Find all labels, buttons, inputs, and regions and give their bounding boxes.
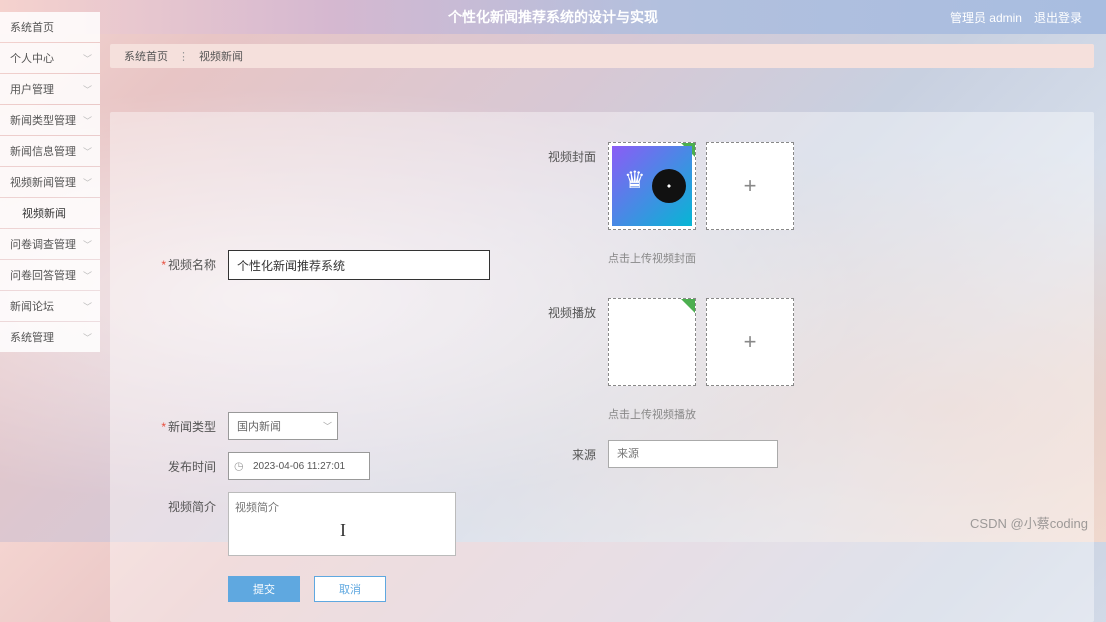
sidebar-item-personal[interactable]: 个人中心 ﹀ [0,43,100,73]
check-corner-icon [681,299,695,313]
publish-time-input[interactable]: ◷ [228,452,370,480]
video-cover-add[interactable]: + [706,142,794,230]
breadcrumb-current: 视频新闻 [199,48,243,64]
sidebar-item-label: 视频新闻管理 [10,174,76,190]
submit-button[interactable]: 提交 [228,576,300,602]
chevron-down-icon: ﹀ [83,176,92,189]
source-input[interactable] [608,440,778,468]
video-play-hint: 点击上传视频播放 [608,406,1054,422]
video-cover-hint: 点击上传视频封面 [608,250,1054,266]
chevron-down-icon: ﹀ [83,269,92,282]
video-name-label: *视频名称 [150,250,228,280]
sidebar-item-home[interactable]: 系统首页 [0,12,100,42]
cover-image: ♛ [612,146,692,226]
chevron-down-icon: ﹀ [83,145,92,158]
sidebar-item-user-mgmt[interactable]: 用户管理 ﹀ [0,74,100,104]
chevron-down-icon: ﹀ [83,300,92,313]
topbar: 个性化新闻推荐系统的设计与实现 管理员 admin 退出登录 [0,0,1106,34]
breadcrumb-home[interactable]: 系统首页 [124,48,168,64]
sidebar-item-survey-mgmt[interactable]: 问卷调查管理 ﹀ [0,229,100,259]
chevron-down-icon: ﹀ [83,52,92,65]
sidebar-item-label: 新闻论坛 [10,298,54,314]
chevron-down-icon: ﹀ [83,331,92,344]
publish-time-label: 发布时间 [150,452,228,482]
video-play-thumbnail[interactable] [608,298,696,386]
sidebar-item-label: 视频新闻 [22,205,66,221]
video-cover-thumbnail[interactable]: ♛ [608,142,696,230]
video-cover-label: 视频封面 [530,142,608,172]
breadcrumb-sep-icon: ⋮ [178,50,189,63]
sidebar-item-label: 问卷回答管理 [10,267,76,283]
chevron-down-icon: ﹀ [83,83,92,96]
video-name-input[interactable] [228,250,490,280]
video-intro-label: 视频简介 [150,492,228,522]
sidebar-item-label: 用户管理 [10,81,54,97]
video-play-label: 视频播放 [530,298,608,328]
video-play-add[interactable]: + [706,298,794,386]
sidebar-item-forum[interactable]: 新闻论坛 ﹀ [0,291,100,321]
sidebar-item-video-news[interactable]: 视频新闻 [0,198,100,228]
sidebar-item-label: 系统管理 [10,329,54,345]
source-label: 来源 [530,440,608,470]
sidebar-item-system-mgmt[interactable]: 系统管理 ﹀ [0,322,100,352]
sidebar-item-news-info[interactable]: 新闻信息管理 ﹀ [0,136,100,166]
sidebar-item-news-type[interactable]: 新闻类型管理 ﹀ [0,105,100,135]
user-role-label: 管理员 admin [950,9,1022,26]
chevron-down-icon: ﹀ [83,238,92,251]
sidebar-item-answer-mgmt[interactable]: 问卷回答管理 ﹀ [0,260,100,290]
plus-icon: + [744,329,757,355]
sidebar-item-label: 个人中心 [10,50,54,66]
news-type-select[interactable]: ﹀ [228,412,338,440]
chevron-down-icon: ﹀ [83,114,92,127]
sidebar-item-label: 新闻信息管理 [10,143,76,159]
plus-icon: + [744,173,757,199]
page-title: 个性化新闻推荐系统的设计与实现 [448,7,658,27]
sidebar-item-label: 问卷调查管理 [10,236,76,252]
form-panel: *视频名称 *新闻类型 ﹀ 发布时间 ◷ [110,112,1094,622]
sidebar: 系统首页 个人中心 ﹀ 用户管理 ﹀ 新闻类型管理 ﹀ 新闻信息管理 ﹀ 视频新… [0,0,100,542]
sidebar-item-label: 新闻类型管理 [10,112,76,128]
sidebar-item-label: 系统首页 [10,19,54,35]
cancel-button[interactable]: 取消 [314,576,386,602]
video-intro-textarea[interactable] [228,492,456,556]
sidebar-item-video-news-mgmt[interactable]: 视频新闻管理 ﹀ [0,167,100,197]
logout-link[interactable]: 退出登录 [1034,9,1082,26]
breadcrumb: 系统首页 ⋮ 视频新闻 [110,44,1094,68]
news-type-label: *新闻类型 [150,412,228,442]
